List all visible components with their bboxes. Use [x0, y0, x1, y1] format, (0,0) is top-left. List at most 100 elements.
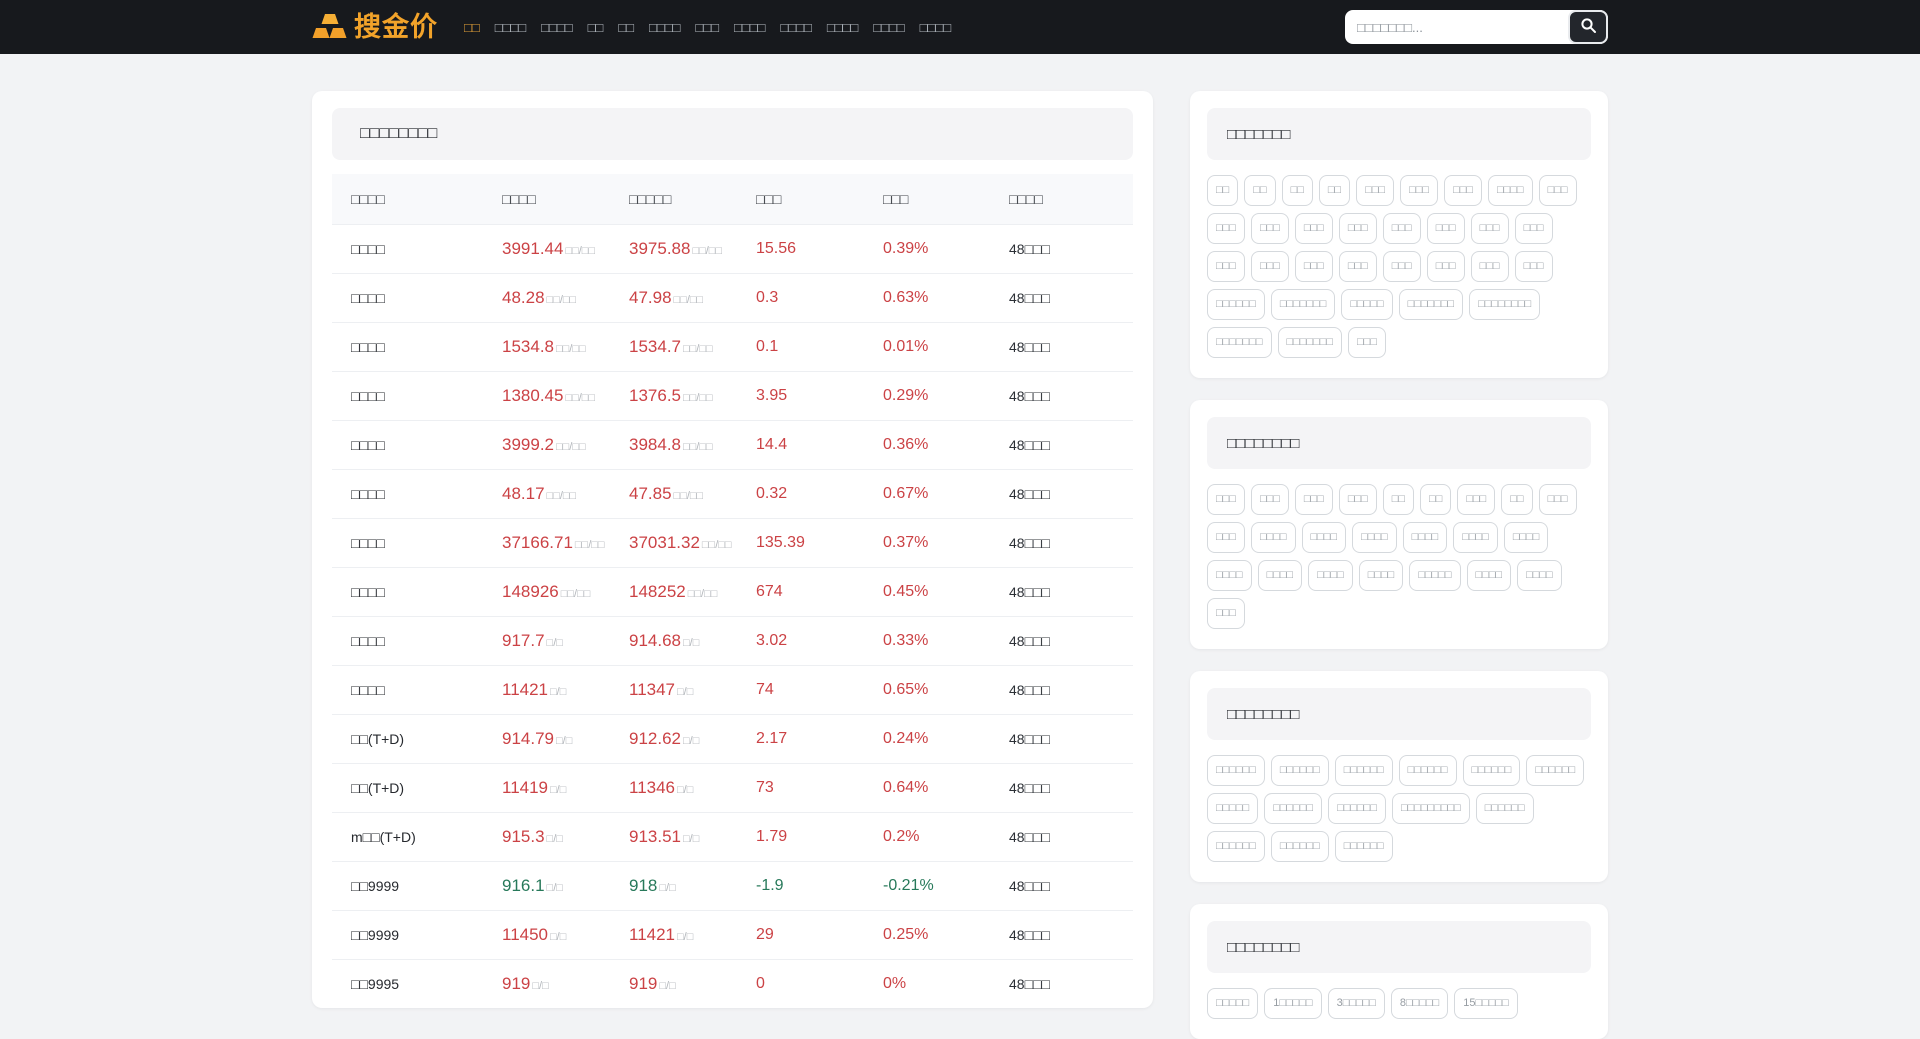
search-button[interactable]: [1568, 10, 1608, 44]
tag-link[interactable]: □□: [1501, 484, 1533, 515]
tag-link[interactable]: □□□: [1470, 251, 1509, 282]
nav-item[interactable]: □□□□: [541, 20, 572, 35]
tag-link[interactable]: □□□□□□: [1398, 755, 1457, 786]
nav-item[interactable]: □□: [464, 20, 480, 35]
tag-link[interactable]: □□□□□: [1409, 560, 1461, 591]
tag-link[interactable]: □□□□: [1453, 522, 1498, 553]
nav-item[interactable]: □□□□: [780, 20, 811, 35]
tag-link[interactable]: □□□: [1514, 251, 1553, 282]
tag-link[interactable]: □□□: [1457, 484, 1496, 515]
tag-link[interactable]: □□□□: [1402, 522, 1448, 553]
tag-link[interactable]: □□□: [1400, 175, 1439, 206]
tag-link[interactable]: □□□: [1470, 213, 1509, 244]
tag-link[interactable]: □□□□□□□: [1398, 289, 1464, 320]
updated-cell: 48□□□: [1009, 762, 1133, 812]
tag-link[interactable]: □□□□: [1257, 560, 1303, 591]
change-cell: 0.1: [756, 321, 883, 371]
tag-link[interactable]: □□□□: [1308, 560, 1353, 591]
tag-link[interactable]: □□□: [1338, 213, 1377, 244]
updated-cell: 48□□□: [1009, 860, 1133, 910]
tag-link[interactable]: □□: [1207, 175, 1239, 206]
tag-link[interactable]: □□: [1318, 175, 1351, 206]
tag-link[interactable]: □□□□□□: [1334, 831, 1393, 862]
tag-link[interactable]: □□□: [1207, 251, 1245, 282]
tag-link[interactable]: □□□: [1538, 175, 1577, 206]
nav-item[interactable]: □□□□: [734, 20, 765, 35]
tag-link[interactable]: □□□□: [1352, 522, 1397, 553]
tag-link[interactable]: □□□□□□: [1264, 793, 1323, 824]
tag-link[interactable]: □□□□□□: [1526, 755, 1585, 786]
nav-item[interactable]: □□□□: [873, 20, 904, 35]
tag-link[interactable]: □□□□□□□: [1270, 289, 1336, 320]
tag-link[interactable]: □□□□□□: [1462, 755, 1521, 786]
tag-link[interactable]: □□□□□: [1207, 793, 1259, 824]
tag-link[interactable]: □□□□□□□: [1207, 327, 1272, 358]
tag-link[interactable]: □□□□□□: [1207, 831, 1265, 862]
updated-value: 48□□□: [1009, 975, 1050, 992]
change-pct-value: 0.65%: [883, 680, 929, 698]
nav-item[interactable]: □□□: [695, 20, 719, 35]
updated-cell: 48□□□: [1009, 272, 1133, 322]
tag-link[interactable]: □□□□□□: [1328, 793, 1386, 824]
tag-link[interactable]: □□□: [1207, 522, 1245, 553]
tag-link[interactable]: □□□: [1426, 213, 1465, 244]
tag-link[interactable]: □□□: [1338, 251, 1377, 282]
nav-item[interactable]: □□□□: [495, 20, 526, 35]
tag-link[interactable]: □□□□□□: [1270, 755, 1329, 786]
tag-link[interactable]: □□□□: [1250, 522, 1296, 553]
nav-item[interactable]: □□□□: [649, 20, 680, 35]
table-row: □□□□ 3999.2 □□/□□ 3984.8 □□/□□ 14.4 0.36% 48□□□: [332, 419, 1133, 469]
tag-link[interactable]: □□□□□□: [1207, 755, 1265, 786]
search-input[interactable]: [1345, 10, 1568, 44]
tag-cloud: □□□□□□□□□□□□□□□□□□□□□□□□□□□□□□□□□□□□□□□□…: [1207, 484, 1591, 629]
tag-link[interactable]: □□□: [1382, 251, 1421, 282]
tag-link[interactable]: □□□: [1207, 598, 1245, 629]
column-header: □□□□: [332, 174, 502, 224]
tag-link[interactable]: □□□: [1382, 213, 1421, 244]
tag-link[interactable]: □□□: [1538, 484, 1577, 515]
item-name-cell: □□□□: [332, 370, 502, 420]
tag-link[interactable]: □□□: [1207, 213, 1245, 244]
tag-link[interactable]: □□□: [1294, 251, 1333, 282]
tag-link[interactable]: □□□: [1444, 175, 1482, 206]
nav-item[interactable]: □□: [618, 20, 634, 35]
tag-link[interactable]: □□□□: [1207, 560, 1252, 591]
tag-link[interactable]: □□: [1281, 175, 1313, 206]
tag-link[interactable]: □□□: [1250, 213, 1289, 244]
tag-link[interactable]: □□□□: [1466, 560, 1512, 591]
tag-link[interactable]: □□□□□□□□: [1469, 289, 1541, 320]
prev-price-cell: 3975.88 □□/□□: [629, 223, 756, 273]
tag-link[interactable]: □□□□: [1358, 560, 1404, 591]
price-cell: 48.28 □□/□□: [502, 272, 629, 322]
change-value: 1.79: [756, 827, 788, 845]
tag-link[interactable]: □□□: [1338, 484, 1377, 515]
tag-link[interactable]: □□□: [1356, 175, 1395, 206]
tag-link[interactable]: □□□□□□: [1334, 755, 1393, 786]
tag-link[interactable]: □□□: [1294, 213, 1333, 244]
nav-item[interactable]: □□□□: [827, 20, 858, 35]
nav-item[interactable]: □□□□: [920, 20, 951, 35]
tag-link[interactable]: □□: [1420, 484, 1452, 515]
tag-link[interactable]: □□□□□□: [1270, 831, 1329, 862]
nav-item[interactable]: □□: [588, 20, 604, 35]
item-name: □□9999: [351, 926, 400, 943]
site-logo[interactable]: 搜金价: [312, 12, 438, 42]
tag-link[interactable]: □□□□□□: [1207, 289, 1265, 320]
tag-link[interactable]: □□□: [1294, 484, 1333, 515]
tag-link[interactable]: □□□□□□: [1475, 793, 1534, 824]
tag-link[interactable]: □□□□: [1488, 175, 1533, 206]
tag-link[interactable]: □□□□: [1301, 522, 1347, 553]
tag-link[interactable]: □□□: [1348, 327, 1386, 358]
tag-link[interactable]: □□□: [1250, 251, 1289, 282]
tag-link[interactable]: □□□□: [1517, 560, 1562, 591]
tag-link[interactable]: □□□: [1426, 251, 1465, 282]
tag-link[interactable]: □□□: [1250, 484, 1289, 515]
tag-link[interactable]: □□□□□: [1341, 289, 1393, 320]
tag-link[interactable]: □□□□□□□: [1277, 327, 1343, 358]
tag-link[interactable]: □□: [1244, 175, 1276, 206]
tag-link[interactable]: □□□□: [1503, 522, 1549, 553]
tag-link[interactable]: □□□□□□□□□: [1391, 793, 1470, 824]
tag-link[interactable]: □□: [1382, 484, 1415, 515]
tag-link[interactable]: □□□: [1207, 484, 1245, 515]
tag-link[interactable]: □□□: [1514, 213, 1553, 244]
